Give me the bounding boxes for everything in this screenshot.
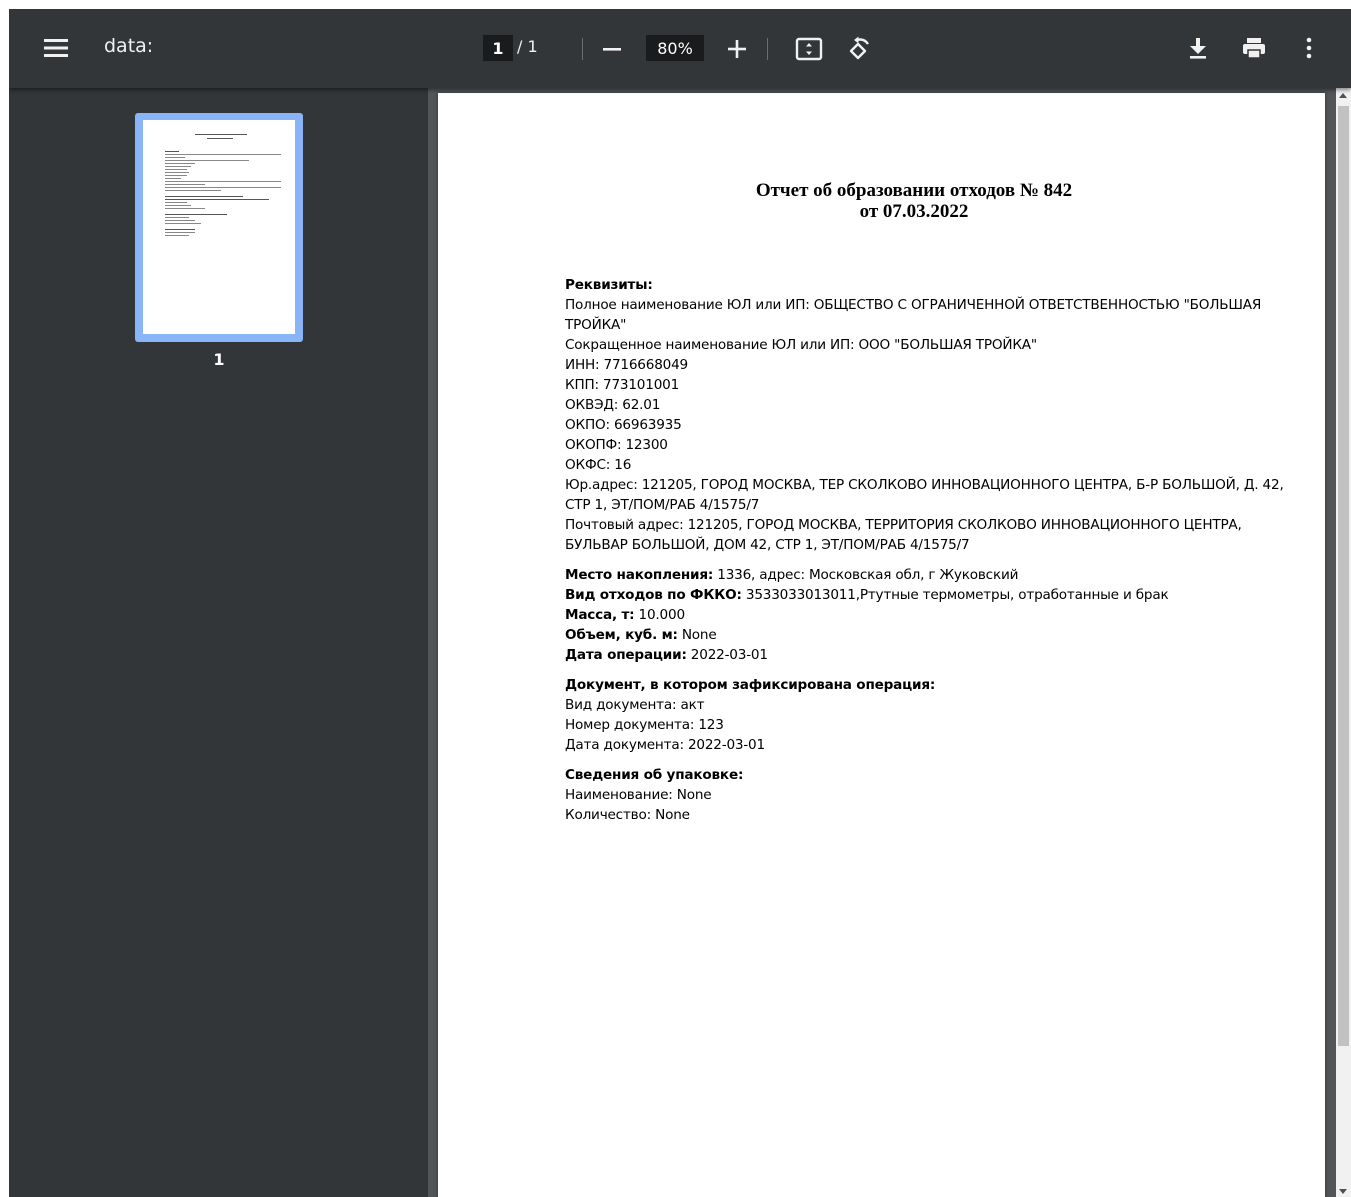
mass-value: 10.000 [634, 607, 686, 623]
report-title-line2: от 07.03.2022 [859, 201, 969, 222]
rotate-icon [849, 36, 869, 60]
packaging-quantity-line: Количество: None [565, 807, 690, 823]
page-thumbnail[interactable] [135, 113, 303, 342]
page-separator: / [517, 37, 523, 56]
download-button[interactable] [1183, 33, 1213, 63]
page-count: / 1 [517, 37, 538, 56]
packaging-heading: Сведения об упаковке: [565, 767, 744, 783]
minus-icon [603, 48, 621, 51]
mass-line: Масса, т: 10.000 [565, 605, 1285, 625]
okved-line: ОКВЭД: 62.01 [565, 397, 661, 413]
storage-value: 1336, адрес: Московская обл, г Жуковский [713, 567, 1019, 583]
rotate-button[interactable] [843, 33, 875, 65]
pdf-viewer: data: 1 / 1 80% 1 Отчет об образовании о… [9, 9, 1351, 1197]
operation-doc-heading: Документ, в котором зафиксирована операц… [565, 677, 936, 693]
zoom-input[interactable]: 80% [646, 35, 704, 61]
operation-date-label: Дата операции: [565, 647, 687, 663]
vertical-scrollbar[interactable] [1336, 88, 1351, 1197]
legal-address-line: Юр.адрес: 121205, ГОРОД МОСКВА, ТЕР СКОЛ… [565, 477, 1284, 513]
volume-line: Объем, куб. м: None [565, 625, 1285, 645]
print-icon [1243, 38, 1265, 59]
kpp-line: КПП: 773101001 [565, 377, 680, 393]
inn-line: ИНН: 7716668049 [565, 357, 689, 373]
report-body: Реквизиты: Полное наименование ЮЛ или ИП… [565, 275, 1285, 825]
okfs-line: ОКФС: 16 [565, 457, 632, 473]
fit-to-page-button[interactable] [794, 34, 824, 64]
scroll-up-arrow-icon[interactable] [1339, 93, 1347, 98]
more-vert-icon [1306, 37, 1312, 59]
report-title: Отчет об образовании отходов № 842 от 07… [438, 180, 1351, 222]
menu-icon [44, 39, 68, 57]
operation-date-line: Дата операции: 2022-03-01 [565, 645, 1285, 665]
fkko-label: Вид отходов по ФККО: [565, 587, 742, 603]
packaging-name-line: Наименование: None [565, 787, 712, 803]
fkko-value: 3533033013011,Ртутные термометры, отрабо… [741, 587, 1169, 603]
mass-label: Масса, т: [565, 607, 635, 623]
total-pages: 1 [527, 37, 538, 56]
more-options-button[interactable] [1299, 33, 1319, 63]
volume-value: None [677, 627, 717, 643]
full-name-line: Полное наименование ЮЛ или ИП: ОБЩЕСТВО … [565, 297, 1262, 333]
okpo-line: ОКПО: 66963935 [565, 417, 682, 433]
zoom-in-button[interactable] [722, 34, 752, 64]
download-icon [1190, 38, 1206, 59]
requisites-heading: Реквизиты: [565, 277, 653, 293]
thumbnail-label: 1 [213, 350, 225, 369]
report-title-line1: Отчет об образовании отходов № 842 [755, 180, 1073, 201]
doc-date-line: Дата документа: 2022-03-01 [565, 737, 765, 753]
menu-button[interactable] [41, 33, 71, 63]
plus-icon [728, 40, 746, 58]
storage-line: Место накопления: 1336, адрес: Московска… [565, 565, 1285, 585]
thumbnail-preview [143, 120, 295, 334]
doc-number-line: Номер документа: 123 [565, 717, 724, 733]
zoom-out-button[interactable] [597, 34, 627, 64]
scroll-down-arrow-icon[interactable] [1339, 1189, 1347, 1194]
thumbnail-sidebar: 1 [9, 88, 428, 1197]
document-title: data: [104, 35, 154, 57]
toolbar-divider [582, 38, 583, 60]
postal-address-line: Почтовый адрес: 121205, ГОРОД МОСКВА, ТЕ… [565, 517, 1242, 553]
operation-date-value: 2022-03-01 [686, 647, 768, 663]
page-number-input[interactable]: 1 [483, 35, 513, 61]
fit-to-page-icon [795, 37, 823, 61]
storage-label: Место накопления: [565, 567, 714, 583]
short-name-line: Сокращенное наименование ЮЛ или ИП: ООО … [565, 337, 1037, 353]
toolbar-divider [767, 38, 768, 60]
toolbar: data: 1 / 1 80% [9, 9, 1351, 88]
scrollbar-thumb[interactable] [1338, 106, 1349, 1046]
fkko-line: Вид отходов по ФККО: 3533033013011,Ртутн… [565, 585, 1285, 605]
okopf-line: ОКОПФ: 12300 [565, 437, 668, 453]
volume-label: Объем, куб. м: [565, 627, 678, 643]
doc-type-line: Вид документа: акт [565, 697, 705, 713]
print-button[interactable] [1239, 33, 1269, 63]
pdf-page: Отчет об образовании отходов № 842 от 07… [438, 93, 1325, 1197]
